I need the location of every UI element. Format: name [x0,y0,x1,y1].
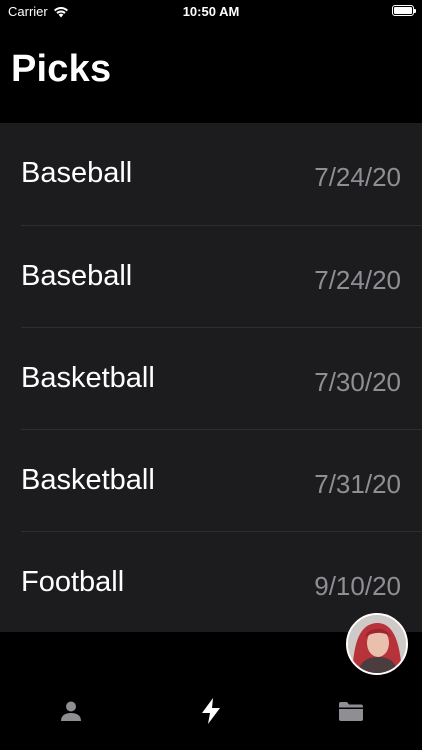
pick-sport: Baseball [21,156,133,189]
pick-sport: Football [21,565,125,598]
pick-sport: Baseball [21,259,133,292]
tab-picks[interactable] [191,696,231,726]
folder-icon [338,700,364,722]
page-title: Picks [11,48,112,90]
avatar-photo [348,615,406,673]
battery-icon [392,5,416,16]
pick-row[interactable]: Baseball 7/24/20 [0,225,422,327]
tab-profile[interactable] [51,696,91,726]
pick-date: 7/31/20 [314,468,401,499]
pick-date: 7/30/20 [314,366,401,397]
tab-files[interactable] [331,696,371,726]
battery-level-fill [394,7,412,14]
status-time: 10:50 AM [182,4,240,19]
pick-date: 7/24/20 [314,264,401,295]
pick-row[interactable]: Baseball 7/24/20 [0,123,422,225]
picks-list: Baseball 7/24/20 Baseball 7/24/20 Basket… [0,123,422,632]
pick-row[interactable]: Basketball 7/30/20 [0,327,422,429]
pick-date: 7/24/20 [314,161,401,192]
pick-date: 9/10/20 [314,570,401,601]
status-bar: Carrier 10:50 AM [0,0,422,22]
bolt-icon [200,697,222,725]
person-icon [60,700,82,722]
profile-avatar[interactable] [346,613,408,675]
pick-sport: Basketball [21,361,155,394]
pick-sport: Basketball [21,463,155,496]
pick-row[interactable]: Basketball 7/31/20 [0,429,422,531]
